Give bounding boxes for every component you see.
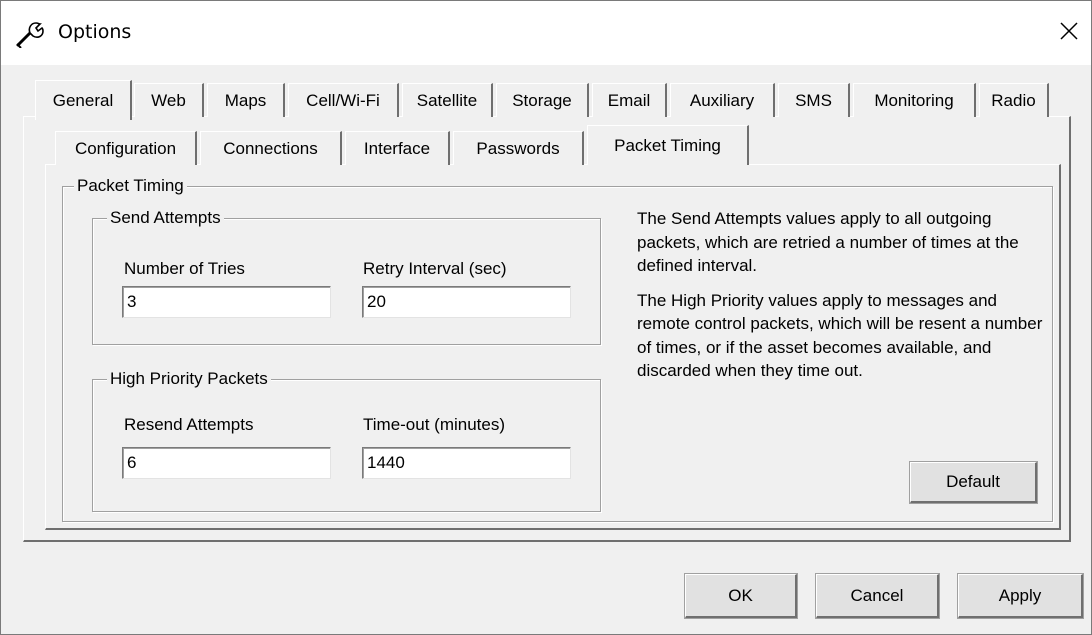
info-text: The Send Attempts values apply to all ou… (637, 207, 1047, 383)
tab-passwords[interactable]: Passwords (453, 131, 584, 165)
cancel-button[interactable]: Cancel (815, 573, 940, 619)
time-out-label: Time-out (minutes) (363, 415, 506, 434)
info-send-attempts: The Send Attempts values apply to all ou… (637, 209, 1019, 275)
tab-maps[interactable]: Maps (207, 83, 285, 117)
time-out-input[interactable]: 1440 (362, 447, 571, 479)
tab-email[interactable]: Email (592, 83, 667, 117)
window-title: Options (58, 21, 132, 43)
tab-auxiliary[interactable]: Auxiliary (670, 83, 775, 117)
tab-general[interactable]: General (35, 80, 132, 120)
high-priority-group-label: High Priority Packets (107, 369, 271, 389)
tab-cell-wifi[interactable]: Cell/Wi-Fi (288, 83, 399, 117)
send-attempts-group-label: Send Attempts (107, 208, 224, 228)
ok-button[interactable]: OK (684, 573, 798, 619)
default-button[interactable]: Default (909, 461, 1038, 504)
tab-packet-timing[interactable]: Packet Timing (587, 125, 749, 165)
tab-monitoring[interactable]: Monitoring (853, 83, 976, 117)
number-of-tries-input[interactable]: 3 (122, 286, 331, 318)
send-attempts-group (92, 218, 601, 345)
resend-attempts-input[interactable]: 6 (122, 447, 331, 479)
options-dialog: Options General Web Maps Cell/Wi-Fi Sate… (0, 0, 1092, 635)
tab-sms[interactable]: SMS (778, 83, 850, 117)
tab-connections[interactable]: Connections (200, 131, 342, 165)
tab-radio[interactable]: Radio (979, 83, 1049, 117)
retry-interval-input[interactable]: 20 (362, 286, 571, 318)
number-of-tries-label: Number of Tries (124, 259, 245, 278)
title-bar: Options (1, 1, 1091, 65)
tab-web[interactable]: Web (134, 83, 204, 117)
retry-interval-label: Retry Interval (sec) (363, 259, 507, 278)
tab-satellite[interactable]: Satellite (402, 83, 493, 117)
high-priority-group (92, 379, 601, 512)
apply-button[interactable]: Apply (957, 573, 1084, 619)
packet-timing-group-label: Packet Timing (74, 176, 187, 196)
resend-attempts-label: Resend Attempts (124, 415, 254, 434)
close-icon (1059, 21, 1079, 46)
tab-configuration[interactable]: Configuration (55, 131, 197, 165)
info-high-priority: The High Priority values apply to messag… (637, 290, 1043, 381)
close-button[interactable] (1049, 13, 1089, 53)
tab-storage[interactable]: Storage (496, 83, 589, 117)
tab-interface[interactable]: Interface (345, 131, 450, 165)
wrench-icon (15, 20, 47, 49)
